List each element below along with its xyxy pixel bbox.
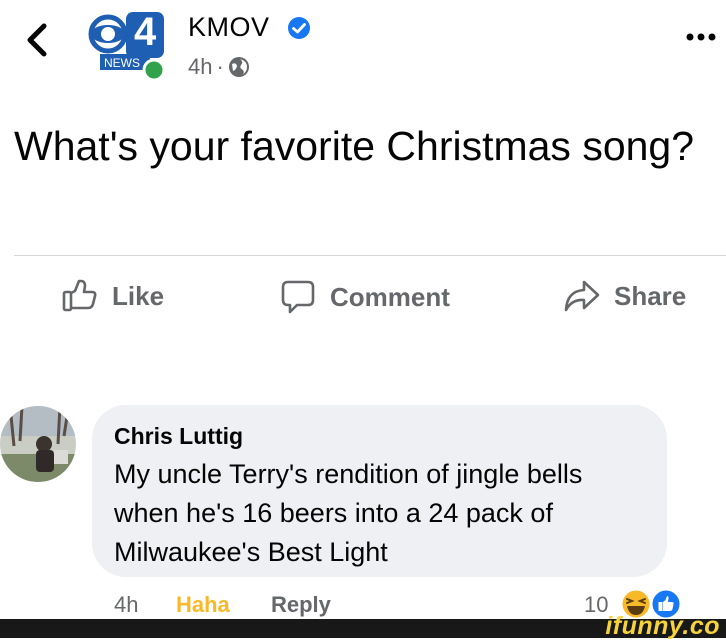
post-text: What's your favorite Christmas song?	[14, 123, 695, 169]
back-button[interactable]	[22, 18, 52, 62]
post-meta: 4h ·	[188, 54, 250, 80]
divider	[14, 255, 726, 256]
comment-icon	[281, 280, 315, 314]
comment-text: My uncle Terry's rendition of jingle bel…	[114, 459, 583, 567]
watermark-logo: ifunny.co	[605, 612, 720, 640]
verified-badge-icon	[287, 16, 311, 40]
page-avatar[interactable]: 4 NEWS	[88, 4, 168, 82]
page-name[interactable]: KMOV	[188, 12, 270, 43]
thumbs-up-icon	[62, 279, 97, 312]
online-status-dot	[142, 58, 166, 82]
more-options-button[interactable]	[686, 30, 716, 44]
comment-time[interactable]: 4h	[114, 592, 138, 618]
haha-reaction-button[interactable]: Haha	[176, 592, 230, 618]
like-button[interactable]: Like	[62, 279, 164, 313]
reply-button[interactable]: Reply	[271, 592, 331, 618]
share-arrow-icon	[564, 280, 600, 312]
logo-text: NEWS	[104, 56, 140, 70]
like-label: Like	[112, 280, 165, 311]
logo-number: 4	[134, 10, 157, 54]
comment-label: Comment	[330, 281, 450, 312]
globe-icon	[228, 57, 249, 77]
ellipsis-icon	[686, 33, 716, 41]
chevron-left-icon	[27, 23, 47, 57]
post-time[interactable]: 4h	[188, 54, 212, 80]
comment-button[interactable]: Comment	[280, 279, 450, 315]
meta-separator: ·	[216, 54, 224, 79]
share-button[interactable]: Share	[564, 279, 686, 313]
share-label: Share	[614, 280, 687, 311]
commenter-name[interactable]: Chris Luttig	[114, 423, 243, 450]
commenter-avatar[interactable]	[0, 406, 76, 482]
